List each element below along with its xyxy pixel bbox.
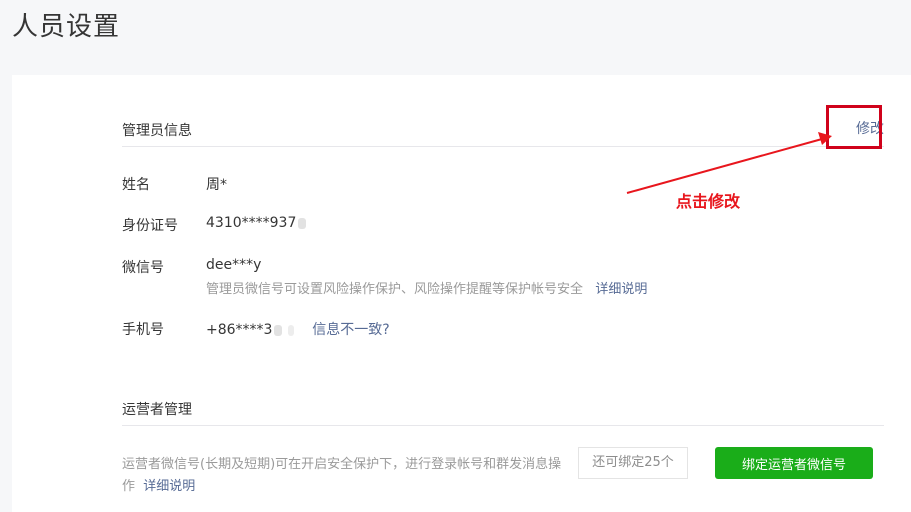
wechat-label: 微信号 xyxy=(122,260,164,276)
phone-mismatch-link[interactable]: 信息不一致? xyxy=(312,322,389,338)
wechat-value: dee***y xyxy=(206,257,262,273)
id-label: 身份证号 xyxy=(122,218,178,234)
page-title: 人员设置 xyxy=(12,12,121,42)
operator-section-header: 运营者管理 xyxy=(122,395,884,426)
phone-label: 手机号 xyxy=(122,322,164,338)
blurred-digits xyxy=(298,217,307,229)
annotation-text: 点击修改 xyxy=(676,192,741,211)
admin-section-title: 管理员信息 xyxy=(122,123,192,139)
settings-card: 管理员信息 修改 姓名 周* 身份证号 4310****937 微信号 dee*… xyxy=(12,75,911,512)
id-value-row: 4310****937 xyxy=(206,215,307,231)
wechat-hint: 管理员微信号可设置风险操作保护、风险操作提醒等保护帐号安全 详细说明 xyxy=(206,278,647,297)
wechat-detail-link[interactable]: 详细说明 xyxy=(595,282,647,297)
phone-value-row: +86****3 信息不一致? xyxy=(206,319,390,339)
wechat-hint-text: 管理员微信号可设置风险操作保护、风险操作提醒等保护帐号安全 xyxy=(206,282,584,297)
id-value: 4310****937 xyxy=(206,215,297,231)
bind-operator-button[interactable]: 绑定运营者微信号 xyxy=(715,447,873,479)
blurred-digits xyxy=(288,324,295,336)
operator-section-title: 运营者管理 xyxy=(122,402,192,418)
name-label: 姓名 xyxy=(122,177,150,193)
remaining-bind-count: 还可绑定25个 xyxy=(578,447,688,479)
admin-section-header: 管理员信息 修改 xyxy=(122,116,884,147)
operator-detail-link[interactable]: 详细说明 xyxy=(143,479,195,494)
edit-highlight-box xyxy=(826,105,882,149)
name-value: 周* xyxy=(206,177,227,193)
blurred-digits xyxy=(274,324,283,336)
operator-description: 运营者微信号(长期及短期)可在开启安全保护下，进行登录帐号和群发消息操作 详细说… xyxy=(122,454,578,498)
phone-value: +86****3 xyxy=(206,322,273,338)
